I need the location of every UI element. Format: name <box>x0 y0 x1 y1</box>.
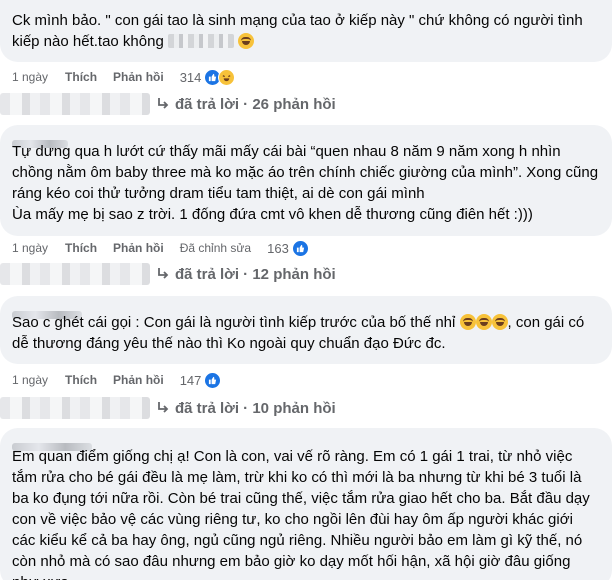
replier-avatars <box>0 397 150 419</box>
comment-actions-3: 1 ngày Thích Phản hồi 147 <box>12 371 232 389</box>
edited-label: Đã chỉnh sửa <box>179 241 252 255</box>
author-name[interactable] <box>12 304 600 319</box>
replier-avatars <box>0 263 150 285</box>
reply-arrow-icon <box>158 402 169 413</box>
comment-text: Tự dưng qua h lướt cứ thấy mãi mấy cái b… <box>12 143 599 223</box>
comment-bubble-1: Ck mình bảo. " con gái tao là sinh mạng … <box>0 0 612 62</box>
view-replies-link[interactable]: đã trả lời · 10 phản hồi <box>175 400 336 417</box>
comment-actions-1: 1 ngày Thích Phản hồi 314 <box>12 68 244 86</box>
reply-button[interactable]: Phản hồi <box>113 70 164 84</box>
comment-bubble-2: Tự dưng qua h lướt cứ thấy mãi mấy cái b… <box>0 125 612 236</box>
comment-actions-2: 1 ngày Thích Phản hồi Đã chỉnh sửa 163 <box>12 239 312 257</box>
replies-row-3[interactable]: đã trả lời · 10 phản hồi <box>0 395 336 421</box>
reaction-count: 314 <box>179 69 202 85</box>
laughing-emoji-icon <box>491 314 508 330</box>
replier-avatars <box>0 93 150 115</box>
timestamp[interactable]: 1 ngày <box>12 241 48 255</box>
comment-bubble-4: Em quan điểm giống chị ạ! Con là con, va… <box>0 428 612 580</box>
timestamp[interactable]: 1 ngày <box>12 70 48 84</box>
like-button[interactable]: Thích <box>65 241 97 255</box>
comment-text: Sao c ghét cái gọi : Con gái là người tì… <box>12 312 600 354</box>
replies-row-2[interactable]: đã trả lời · 12 phản hồi <box>0 261 336 287</box>
comment-bubble-3: Sao c ghét cái gọi : Con gái là người tì… <box>0 296 612 364</box>
haha-icon <box>218 68 236 86</box>
reaction-summary[interactable]: 163 <box>267 239 309 257</box>
reaction-summary[interactable]: 314 <box>179 68 236 86</box>
author-name[interactable] <box>12 436 600 451</box>
replies-row-1[interactable]: đã trả lời · 26 phản hồi <box>0 91 336 117</box>
like-button[interactable]: Thích <box>65 70 97 84</box>
laughing-emoji-icon <box>475 314 492 330</box>
blurred-text <box>167 34 234 48</box>
view-replies-link[interactable]: đã trả lời · 12 phản hồi <box>175 266 336 283</box>
timestamp[interactable]: 1 ngày <box>12 373 48 387</box>
author-name[interactable] <box>12 133 600 148</box>
reply-arrow-icon <box>158 268 169 279</box>
reply-button[interactable]: Phản hồi <box>113 241 164 255</box>
reaction-summary[interactable]: 147 <box>179 371 222 389</box>
comment-text-part-1: Sao c ghét cái gọi : Con gái là người tì… <box>12 314 456 331</box>
comment-text: Ck mình bảo. " con gái tao là sinh mạng … <box>12 12 583 50</box>
like-button[interactable]: Thích <box>65 373 97 387</box>
laughing-emoji-icon <box>459 314 476 330</box>
like-icon <box>291 239 309 257</box>
reply-button[interactable]: Phản hồi <box>113 373 164 387</box>
view-replies-link[interactable]: đã trả lời · 26 phản hồi <box>175 96 336 113</box>
comment-text: Em quan điểm giống chị ạ! Con là con, va… <box>12 448 590 580</box>
laughing-emoji-icon <box>238 33 255 49</box>
reaction-count: 163 <box>267 240 289 256</box>
like-icon <box>204 371 222 389</box>
reply-arrow-icon <box>158 98 169 109</box>
reaction-count: 147 <box>179 372 202 388</box>
